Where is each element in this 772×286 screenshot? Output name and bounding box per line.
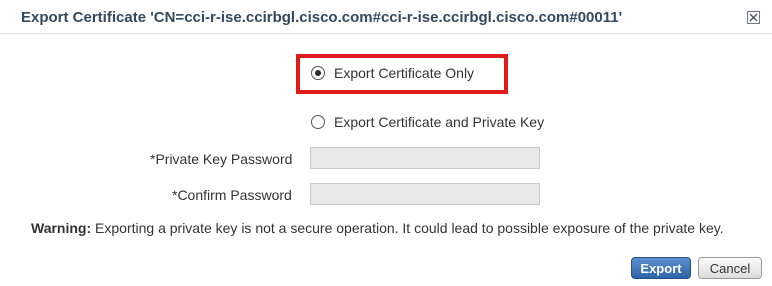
private-key-password-label: *Private Key Password	[150, 151, 293, 167]
dialog-title: Export Certificate 'CN=cci-r-ise.ccirbgl…	[21, 9, 623, 26]
close-icon[interactable]	[747, 11, 760, 24]
private-key-password-input[interactable]	[310, 147, 540, 169]
radio-export-certificate-and-key[interactable]: Export Certificate and Private Key	[311, 114, 544, 130]
confirm-password-label: *Confirm Password	[172, 187, 292, 203]
confirm-password-input[interactable]	[310, 183, 540, 205]
radio-label-cert-only: Export Certificate Only	[334, 65, 475, 81]
radio-export-certificate-only[interactable]: Export Certificate Only	[311, 65, 474, 81]
export-certificate-dialog: Export Certificate 'CN=cci-r-ise.ccirbgl…	[0, 0, 772, 286]
cancel-button[interactable]: Cancel	[698, 257, 762, 279]
warning-message: Warning: Exporting a private key is not …	[31, 220, 724, 236]
dialog-titlebar: Export Certificate 'CN=cci-r-ise.ccirbgl…	[0, 0, 772, 34]
radio-unselected-icon	[311, 115, 325, 129]
radio-selected-icon	[311, 66, 325, 80]
export-button[interactable]: Export	[631, 257, 691, 279]
radio-label-cert-and-key: Export Certificate and Private Key	[334, 114, 545, 130]
warning-text: Exporting a private key is not a secure …	[91, 220, 724, 236]
warning-prefix: Warning:	[31, 220, 92, 236]
